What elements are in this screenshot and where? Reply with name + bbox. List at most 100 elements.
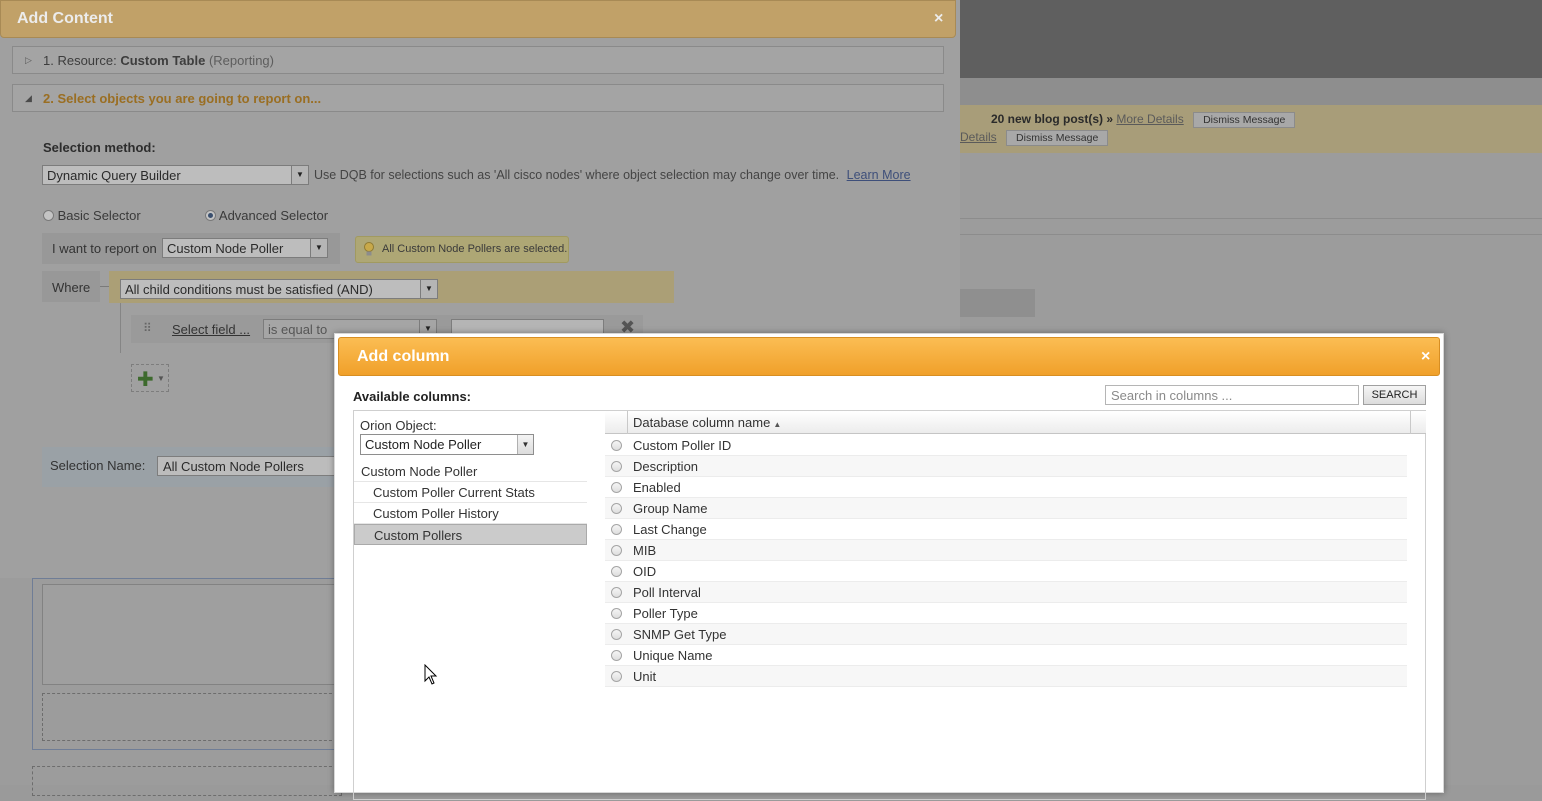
column-name-cell: Description xyxy=(633,459,699,474)
collapse-arrow-icon: ◢ xyxy=(25,93,32,103)
notice-blog-posts: 20 new blog post(s) » More Details Dismi… xyxy=(991,112,1296,128)
dialog-title: Add column xyxy=(357,348,450,365)
grid-row[interactable]: Unique Name xyxy=(605,645,1407,666)
row-radio-icon[interactable] xyxy=(611,650,622,661)
tree-item-custom-poller-current-stats[interactable]: Custom Poller Current Stats xyxy=(354,482,587,503)
column-name-cell: Group Name xyxy=(633,501,708,516)
grid-row[interactable]: Enabled xyxy=(605,477,1407,498)
add-condition-button[interactable]: ✚ ▼ xyxy=(131,364,169,392)
step-resource[interactable]: ▷ 1. Resource: Custom Table (Reporting) xyxy=(12,46,944,74)
chevron-down-icon: ▼ xyxy=(517,435,533,454)
row-radio-icon[interactable] xyxy=(611,461,622,472)
resource-type: (Reporting) xyxy=(208,53,274,68)
basic-selector-option[interactable]: Basic Selector xyxy=(43,208,141,223)
selection-method-value: Dynamic Query Builder xyxy=(47,168,181,183)
columns-panel: Orion Object: Custom Node Poller ▼ Custo… xyxy=(353,410,1426,800)
condition-logic-select[interactable]: All child conditions must be satisfied (… xyxy=(120,279,438,299)
connector-line xyxy=(120,303,121,353)
grid-row[interactable]: SNMP Get Type xyxy=(605,624,1407,645)
tree-item-label: Custom Poller Current Stats xyxy=(373,485,535,500)
chevron-down-icon: ▼ xyxy=(420,280,437,298)
column-name-cell: SNMP Get Type xyxy=(633,627,727,642)
row-radio-icon[interactable] xyxy=(611,524,622,535)
select-field-link[interactable]: Select field ... xyxy=(172,322,250,337)
search-columns-input[interactable] xyxy=(1105,385,1359,405)
row-radio-icon[interactable] xyxy=(611,545,622,556)
grid-row[interactable]: Last Change xyxy=(605,519,1407,540)
grid-row[interactable]: Custom Poller ID xyxy=(605,435,1407,456)
search-button[interactable]: SEARCH xyxy=(1363,385,1426,405)
step-select-objects[interactable]: ◢ 2. Select objects you are going to rep… xyxy=(12,84,944,112)
resource-name: Custom Table xyxy=(120,53,206,68)
tree-item-custom-node-poller[interactable]: Custom Node Poller xyxy=(354,461,587,482)
background-resource-placeholder xyxy=(42,584,342,685)
add-column-dialog: Add column × Available columns: SEARCH O… xyxy=(334,333,1444,800)
chevron-down-icon: ▼ xyxy=(157,374,165,383)
notice-second: Details Dismiss Message xyxy=(960,130,1109,146)
background-drop-zone xyxy=(32,766,342,796)
column-name-cell: Unit xyxy=(633,669,657,684)
grid-row[interactable]: Unit xyxy=(605,666,1407,687)
background-resource-box xyxy=(32,578,342,750)
dismiss-message-button[interactable]: Dismiss Message xyxy=(1006,130,1109,146)
row-radio-icon[interactable] xyxy=(611,629,622,640)
sort-ascending-icon: ▲ xyxy=(773,420,782,429)
tree-item-custom-poller-history[interactable]: Custom Poller History xyxy=(354,503,587,524)
row-radio-icon[interactable] xyxy=(611,482,622,493)
orion-object-select[interactable]: Custom Node Poller ▼ xyxy=(360,434,534,455)
column-name-cell: Unique Name xyxy=(633,648,713,663)
object-tree-pane: Orion Object: Custom Node Poller ▼ Custo… xyxy=(354,411,604,801)
connector-line xyxy=(100,286,109,287)
background-drop-zone xyxy=(42,693,342,741)
where-label-box: Where xyxy=(42,271,100,302)
add-column-header: Add column × xyxy=(338,337,1440,376)
selection-method-label: Selection method: xyxy=(43,140,156,155)
grid-row[interactable]: Group Name xyxy=(605,498,1407,519)
close-icon[interactable]: × xyxy=(1421,348,1430,366)
column-name-header[interactable]: Database column name ▲ xyxy=(633,415,781,430)
tip-text: All Custom Node Pollers are selected. xyxy=(382,243,568,255)
background-panel xyxy=(960,289,1035,317)
radio-icon xyxy=(43,210,54,221)
column-name-cell: Last Change xyxy=(633,522,707,537)
tree-item-custom-pollers[interactable]: Custom Pollers xyxy=(354,524,587,545)
report-on-label: I want to report on xyxy=(52,241,157,256)
selection-name-input[interactable]: All Custom Node Pollers xyxy=(157,456,342,476)
chevron-down-icon: ▼ xyxy=(310,239,327,257)
condition-logic-value: All child conditions must be satisfied (… xyxy=(125,282,373,297)
grid-row[interactable]: OID xyxy=(605,561,1407,582)
divider xyxy=(960,218,1542,219)
column-name-cell: OID xyxy=(633,564,657,579)
column-name-header-label: Database column name xyxy=(633,415,771,430)
advanced-selector-option[interactable]: Advanced Selector xyxy=(205,208,328,223)
grid-row[interactable]: Poller Type xyxy=(605,603,1407,624)
close-icon[interactable]: × xyxy=(934,10,943,28)
learn-more-link[interactable]: Learn More xyxy=(847,168,911,182)
row-radio-icon[interactable] xyxy=(611,587,622,598)
column-name-cell: Poller Type xyxy=(633,606,698,621)
columns-grid: Database column name ▲ Custom Poller ID D… xyxy=(605,411,1427,801)
report-on-select[interactable]: Custom Node Poller ▼ xyxy=(162,238,328,258)
row-radio-icon[interactable] xyxy=(611,608,622,619)
selection-name-label: Selection Name: xyxy=(50,458,146,473)
selection-method-select[interactable]: Dynamic Query Builder ▼ xyxy=(42,165,309,185)
more-details-link[interactable]: More Details xyxy=(1116,112,1183,126)
grid-row[interactable]: Description xyxy=(605,456,1407,477)
grid-row[interactable]: MIB xyxy=(605,540,1407,561)
drag-handle-icon[interactable]: ⠿ xyxy=(143,321,152,335)
where-label: Where xyxy=(52,280,91,295)
row-radio-icon[interactable] xyxy=(611,566,622,577)
details-link[interactable]: Details xyxy=(960,130,997,144)
row-radio-icon[interactable] xyxy=(611,440,622,451)
divider xyxy=(960,234,1542,235)
row-radio-icon[interactable] xyxy=(611,503,622,514)
dismiss-message-button[interactable]: Dismiss Message xyxy=(1193,112,1296,128)
column-name-cell: Enabled xyxy=(633,480,681,495)
radio-selected-icon xyxy=(205,210,216,221)
selection-name-row: Selection Name: All Custom Node Pollers xyxy=(42,447,342,487)
expand-arrow-icon: ▷ xyxy=(25,55,32,65)
basic-selector-label: Basic Selector xyxy=(57,208,141,223)
grid-row[interactable]: Poll Interval xyxy=(605,582,1407,603)
row-radio-icon[interactable] xyxy=(611,671,622,682)
column-name-cell: MIB xyxy=(633,543,657,558)
